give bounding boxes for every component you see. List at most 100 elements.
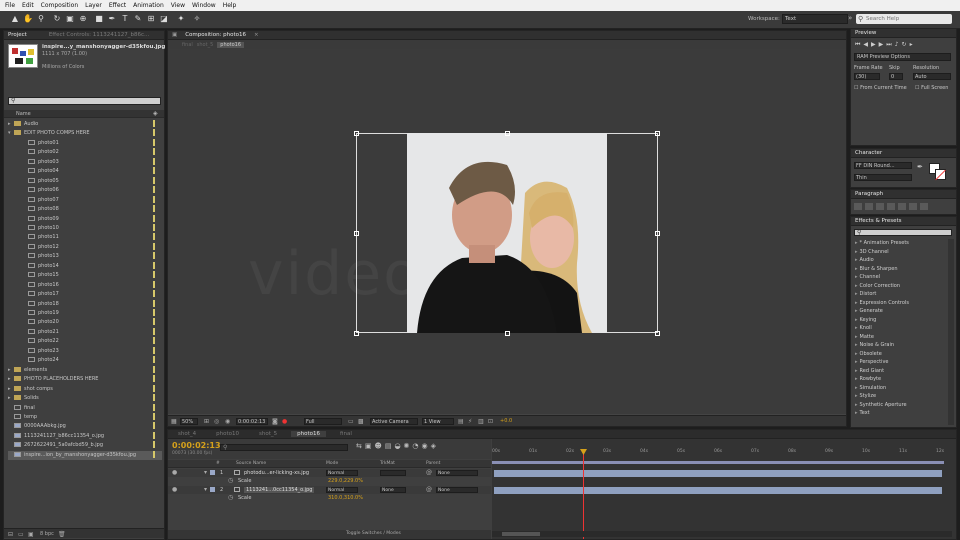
puppet-tool-icon[interactable]: ✧: [192, 14, 202, 24]
project-item[interactable]: photo19: [22, 309, 162, 318]
full-screen-checkbox[interactable]: ☐ Full Screen: [915, 85, 948, 91]
disclosure-triangle-icon[interactable]: ▸: [855, 334, 858, 340]
label-color-swatch[interactable]: [153, 356, 155, 364]
layer-row[interactable]: ● ▾ 1 photodu...er-licking-xs.jpg Normal @ Non…: [168, 469, 491, 477]
mode-column-header[interactable]: Mode: [326, 461, 338, 466]
view-layout-select[interactable]: 1 View: [422, 418, 454, 425]
project-item[interactable]: 0000AAAbkg.jpg: [8, 422, 162, 431]
resolution-select[interactable]: Auto: [913, 73, 951, 80]
effects-category[interactable]: ▸ Rowbyte: [855, 375, 881, 384]
camera-select[interactable]: Active Camera: [370, 418, 418, 425]
label-color-swatch[interactable]: [153, 223, 155, 231]
project-item[interactable]: ▸ elements: [8, 365, 162, 375]
font-family-select[interactable]: FF DIN Round...: [854, 162, 912, 169]
frame-rate-select[interactable]: (30): [854, 73, 880, 80]
project-item[interactable]: photo03: [22, 157, 162, 167]
tab-shot-4[interactable]: shot_4: [172, 431, 202, 437]
rectangle-tool-icon[interactable]: ■: [94, 14, 104, 24]
project-item[interactable]: photo12: [22, 242, 162, 252]
effects-category[interactable]: ▸ Audio: [855, 256, 874, 265]
disclosure-triangle-icon[interactable]: ▸: [855, 359, 858, 365]
mask-icon[interactable]: ◎: [214, 418, 219, 425]
label-color-swatch[interactable]: [153, 138, 155, 146]
eyedropper-icon[interactable]: ✒: [917, 163, 923, 171]
label-color-swatch[interactable]: [153, 412, 155, 420]
label-color-swatch[interactable]: [153, 252, 155, 260]
disclosure-triangle-icon[interactable]: ▸: [855, 351, 858, 357]
label-color-swatch[interactable]: [153, 129, 155, 137]
project-item[interactable]: photo04: [22, 167, 162, 176]
layer-2-duration-bar[interactable]: [494, 487, 942, 494]
next-frame-icon[interactable]: ▶: [879, 41, 884, 49]
disclosure-triangle-icon[interactable]: ▸: [855, 291, 858, 297]
audio-icon[interactable]: ♪: [895, 41, 899, 49]
effects-scrollbar[interactable]: [948, 239, 954, 425]
label-color-swatch[interactable]: [153, 394, 155, 402]
tab-project[interactable]: Project: [8, 32, 27, 38]
project-item[interactable]: photo24: [22, 356, 162, 365]
disclosure-triangle-icon[interactable]: ▸: [855, 240, 858, 246]
project-item[interactable]: photo18: [22, 299, 162, 309]
project-item[interactable]: photo02: [22, 148, 162, 157]
selection-tool-icon[interactable]: ▲: [10, 14, 20, 24]
snapshot-icon[interactable]: ◙: [272, 418, 278, 425]
layer-row[interactable]: ● ▾ 2 1113241...0cc11354_o.jpg Normal None @ No…: [168, 486, 491, 494]
workspace-menu-icon[interactable]: »: [848, 14, 856, 24]
project-item[interactable]: photo22: [22, 337, 162, 346]
label-color-swatch[interactable]: [210, 470, 215, 475]
project-item[interactable]: final: [8, 403, 162, 413]
menu-item-file[interactable]: File: [5, 2, 15, 9]
project-item[interactable]: photo17: [22, 290, 162, 299]
property-value[interactable]: 229.0,229.0%: [328, 478, 363, 484]
label-color-swatch[interactable]: [153, 431, 155, 439]
close-icon[interactable]: ×: [254, 32, 259, 38]
effects-category[interactable]: ▸ Text: [855, 409, 870, 418]
layer-name[interactable]: photodu...er-licking-xs.jpg: [244, 470, 309, 476]
pen-tool-icon[interactable]: ✒: [107, 14, 117, 24]
eye-icon[interactable]: ●: [172, 469, 177, 476]
menu-item-view[interactable]: View: [171, 2, 185, 9]
num-column-header[interactable]: #: [216, 461, 220, 466]
effects-category[interactable]: ▸ Channel: [855, 273, 880, 282]
exposure-value[interactable]: +0.0: [500, 418, 512, 424]
ram-preview-icon[interactable]: ▸: [910, 41, 913, 49]
hand-tool-icon[interactable]: ✋: [23, 14, 33, 24]
region-icon[interactable]: ▭: [348, 418, 354, 425]
label-color-swatch[interactable]: [153, 271, 155, 279]
effects-category[interactable]: ▸ Generate: [855, 307, 883, 316]
disclosure-triangle-icon[interactable]: ▸: [855, 274, 858, 280]
justify-left-icon[interactable]: [887, 203, 895, 210]
label-color-swatch[interactable]: [153, 242, 155, 250]
label-color-swatch[interactable]: [153, 403, 155, 411]
toggle-pixel-icon[interactable]: ▤: [458, 418, 464, 425]
bit-depth-label[interactable]: 8 bpc: [40, 531, 54, 537]
handle-mr[interactable]: [655, 231, 660, 236]
project-item[interactable]: ▾ EDIT PHOTO COMPS HERE: [8, 129, 162, 138]
resolution-select[interactable]: Full: [304, 418, 342, 425]
name-column-header[interactable]: Name: [16, 111, 31, 117]
font-style-select[interactable]: Thin: [854, 174, 912, 181]
from-current-time-checkbox[interactable]: ☐ From Current Time: [854, 85, 907, 91]
expand-layer-icon[interactable]: ▾: [204, 486, 207, 493]
work-area-bar[interactable]: [492, 461, 944, 464]
live-update-icon[interactable]: ◉: [422, 442, 428, 454]
label-color-swatch[interactable]: [153, 422, 155, 430]
effects-search-input[interactable]: ⚲: [854, 229, 952, 236]
skip-field[interactable]: 0: [889, 73, 903, 80]
project-item[interactable]: photo06: [22, 186, 162, 195]
disclosure-triangle-icon[interactable]: ▸: [855, 249, 858, 255]
pick-whip-icon[interactable]: @: [426, 469, 432, 476]
project-item[interactable]: photo20: [22, 318, 162, 327]
effects-category[interactable]: ▸ * Animation Presets: [855, 239, 909, 248]
label-color-swatch[interactable]: [153, 148, 155, 156]
label-color-swatch[interactable]: [153, 309, 155, 316]
timeline-icon[interactable]: ▥: [478, 418, 484, 425]
grid-icon[interactable]: ⊞: [204, 418, 209, 425]
preview-icon[interactable]: ▦: [171, 418, 177, 425]
project-item[interactable]: photo05: [22, 176, 162, 186]
play-icon[interactable]: ▶: [871, 41, 876, 49]
disclosure-triangle-icon[interactable]: ▸: [855, 266, 858, 272]
time-ruler[interactable]: 00s 01s 02s 03s 04s 05s 06s 07s 08s 09s 10s 11s 12s: [492, 449, 944, 459]
menu-item-edit[interactable]: Edit: [22, 2, 34, 9]
timeline-zoom-slider[interactable]: [492, 531, 952, 537]
